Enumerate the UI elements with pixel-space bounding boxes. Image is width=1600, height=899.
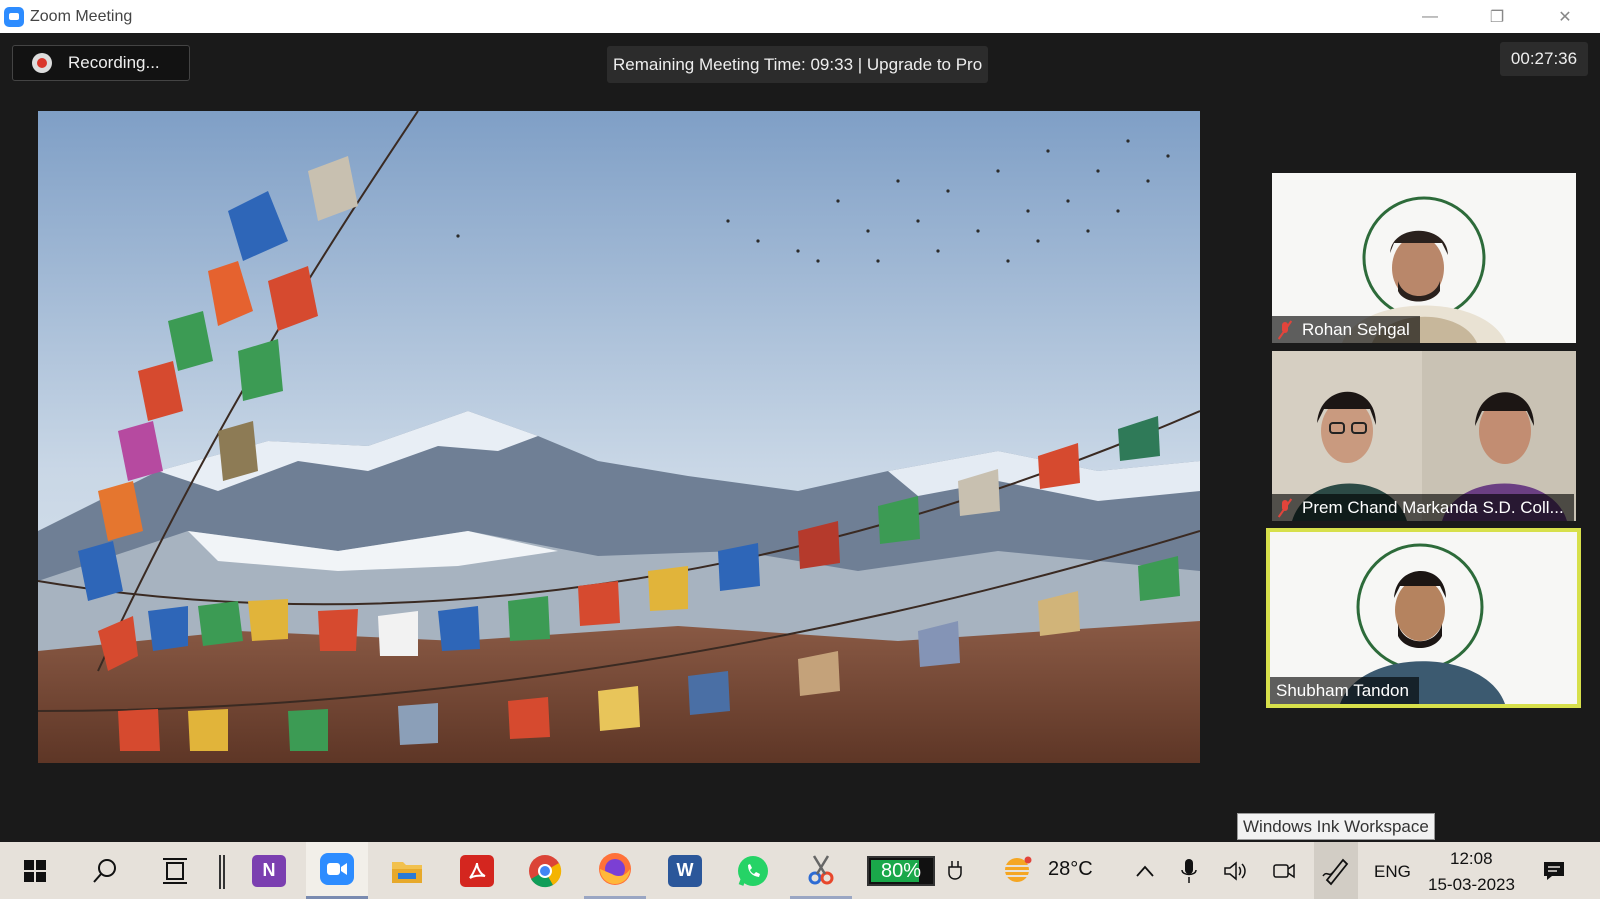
notification-icon — [1544, 861, 1564, 880]
close-button[interactable]: ✕ — [1542, 0, 1588, 33]
chrome-icon — [529, 854, 562, 887]
battery-percent: 80% — [880, 859, 922, 882]
record-icon — [32, 53, 52, 73]
speaker-icon — [1224, 860, 1246, 881]
task-view-button[interactable] — [144, 842, 206, 899]
meeting-area: Recording... Remaining Meeting Time: 09:… — [0, 33, 1600, 842]
participant-tile[interactable]: Prem Chand Markanda S.D. Coll... — [1272, 351, 1576, 521]
zoom-app-icon — [4, 6, 24, 27]
microphone-icon — [1181, 858, 1197, 883]
weather-button[interactable] — [990, 842, 1044, 899]
file-explorer-button[interactable] — [376, 842, 438, 899]
participant-name-tag: Rohan Sehgal — [1272, 316, 1420, 343]
zoom-icon — [320, 853, 354, 885]
chevron-up-icon — [1136, 865, 1154, 877]
snipping-tool-button[interactable] — [790, 842, 852, 899]
battery-indicator[interactable]: 80% — [867, 856, 935, 886]
start-icon — [24, 859, 46, 882]
onenote-button[interactable]: N — [238, 842, 300, 899]
clock-date[interactable]: 15-03-2023 — [1428, 875, 1515, 895]
word-button[interactable]: W — [654, 842, 716, 899]
firefox-icon — [599, 853, 631, 885]
restore-button[interactable]: ❐ — [1474, 0, 1520, 33]
mic-muted-icon — [1278, 321, 1292, 339]
windows-ink-tooltip: Windows Ink Workspace — [1237, 813, 1435, 840]
file-explorer-icon — [390, 855, 424, 887]
task-view-icon — [163, 857, 187, 884]
acrobat-icon — [460, 854, 494, 887]
weather-haze-icon — [1003, 856, 1032, 882]
participant-name: Prem Chand Markanda S.D. Coll... — [1302, 497, 1564, 517]
participant-name: Shubham Tandon — [1276, 680, 1409, 700]
firefox-button[interactable] — [584, 842, 646, 899]
word-icon: W — [668, 854, 702, 887]
microphone-button[interactable] — [1172, 842, 1206, 899]
clock-time[interactable]: 12:08 — [1450, 849, 1493, 869]
pen-icon — [1322, 858, 1349, 885]
taskbar: N W 80% 28°C ENG 12:08 15-03-2023 — [0, 842, 1600, 899]
meet-now-icon — [1273, 863, 1295, 878]
window-title: Zoom Meeting — [30, 7, 133, 25]
start-button[interactable] — [4, 842, 66, 899]
active-speaker-tile[interactable]: Shubham Tandon — [1266, 528, 1581, 708]
weather-temperature[interactable]: 28°C — [1048, 858, 1093, 881]
zoom-taskbar-button[interactable] — [306, 842, 368, 899]
recording-label: Recording... — [68, 53, 160, 72]
participant-name: Rohan Sehgal — [1302, 319, 1410, 339]
shared-screen-image — [38, 111, 1200, 763]
action-center-button[interactable] — [1534, 842, 1574, 899]
search-icon — [93, 858, 116, 883]
show-hidden-icons-button[interactable] — [1128, 842, 1162, 899]
taskbar-separator — [223, 855, 225, 889]
volume-button[interactable] — [1218, 842, 1254, 899]
taskbar-separator — [219, 855, 221, 889]
windows-ink-button[interactable] — [1314, 842, 1358, 899]
onenote-icon: N — [252, 854, 286, 887]
snipping-tool-icon — [808, 855, 834, 885]
remaining-time-banner[interactable]: Remaining Meeting Time: 09:33 | Upgrade … — [607, 46, 989, 83]
search-button[interactable] — [74, 842, 136, 899]
participant-name-tag: Shubham Tandon — [1270, 677, 1419, 704]
meet-now-button[interactable] — [1266, 842, 1302, 899]
participant-tile[interactable]: Rohan Sehgal — [1272, 173, 1576, 343]
mic-muted-icon — [1278, 499, 1292, 517]
whatsapp-button[interactable] — [722, 842, 784, 899]
participant-name-tag: Prem Chand Markanda S.D. Coll... — [1272, 494, 1574, 521]
chrome-button[interactable] — [514, 842, 576, 899]
shared-screen[interactable] — [38, 111, 1200, 763]
recording-indicator[interactable]: Recording... — [12, 45, 190, 81]
title-bar: Zoom Meeting — ❐ ✕ — [0, 0, 1600, 33]
input-language[interactable]: ENG — [1374, 862, 1411, 882]
power-plug-icon — [948, 860, 962, 880]
elapsed-timer: 00:27:36 — [1500, 42, 1588, 76]
minimize-button[interactable]: — — [1407, 0, 1453, 33]
acrobat-button[interactable] — [446, 842, 508, 899]
power-plug-button[interactable] — [938, 842, 972, 899]
whatsapp-icon — [738, 855, 768, 886]
